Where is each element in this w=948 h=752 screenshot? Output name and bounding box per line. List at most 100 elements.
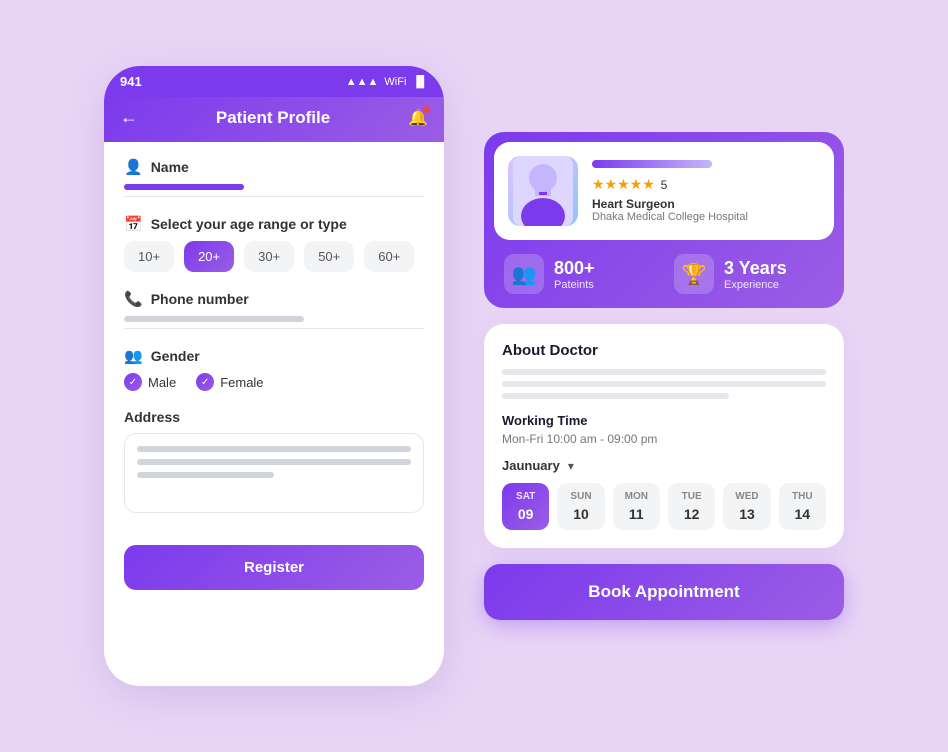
day-label-tue: TUE [682,491,702,502]
address-section: Address [124,409,424,513]
day-label-sat: SAT [516,491,535,502]
age-label-text: Select your age range or type [151,216,347,232]
name-section: 👤 Name [124,158,424,197]
date-item-sun[interactable]: SUN 10 [557,483,604,530]
day-label-mon: MON [625,491,648,502]
patients-value: 800+ [554,258,595,279]
gender-label-text: Gender [151,348,200,364]
date-num-thu: 14 [795,506,811,522]
bell-notification-dot [423,106,430,113]
date-item-tue[interactable]: TUE 12 [668,483,715,530]
address-field-label: Address [124,409,424,425]
doctor-avatar [508,156,578,226]
phone-field-label: 📞 Phone number [124,290,424,308]
name-field-label: 👤 Name [124,158,424,176]
doctor-card: ★★★★★ 5 Heart Surgeon Dhaka Medical Coll… [484,132,844,308]
address-line-1 [137,446,411,452]
stat-experience-text: 3 Years Experience [724,258,787,291]
calendar-icon: 📅 [124,215,143,233]
experience-value: 3 Years [724,258,787,279]
date-num-sun: 10 [573,506,589,522]
month-selector[interactable]: Jaunuary ▾ [502,458,826,473]
doctor-top-info: ★★★★★ 5 Heart Surgeon Dhaka Medical Coll… [494,142,834,240]
gender-field-label: 👥 Gender [124,347,424,365]
date-item-mon[interactable]: MON 11 [613,483,660,530]
date-num-sat: 09 [518,506,534,522]
age-btn-50[interactable]: 50+ [304,241,354,272]
person-icon: 👤 [124,158,143,176]
stat-patients-text: 800+ Pateints [554,258,595,291]
female-label: Female [220,375,263,390]
gender-section: 👥 Gender ✓ Male ✓ Female [124,347,424,391]
about-line-2 [502,381,826,387]
doctor-stars: ★★★★★ 5 [592,176,820,193]
register-button[interactable]: Register [124,545,424,590]
address-line-2 [137,459,411,465]
age-btn-10[interactable]: 10+ [124,241,174,272]
age-btn-20[interactable]: 20+ [184,241,234,272]
phone-mockup: 941 ▲▲▲ WiFi ▐▌ ← Patient Profile 🔔 👤 Na… [104,66,444,686]
name-input-bar [124,184,244,190]
address-input-box[interactable] [124,433,424,513]
stat-patients: 👥 800+ Pateints [504,254,654,294]
phone-content: 👤 Name 📅 Select your age range or type 1… [104,142,444,686]
notification-bell[interactable]: 🔔 [408,108,428,128]
about-card: About Doctor Working Time Mon-Fri 10:00 … [484,324,844,548]
doctor-hospital: Dhaka Medical College Hospital [592,211,820,223]
about-line-3 [502,393,729,399]
gender-icon: 👥 [124,347,143,365]
age-btn-30[interactable]: 30+ [244,241,294,272]
chevron-down-icon[interactable]: ▾ [568,459,574,473]
date-num-mon: 11 [629,506,644,522]
right-panel: ★★★★★ 5 Heart Surgeon Dhaka Medical Coll… [484,132,844,620]
female-check: ✓ [196,373,214,391]
doctor-info: ★★★★★ 5 Heart Surgeon Dhaka Medical Coll… [592,160,820,223]
date-row: SAT 09 SUN 10 MON 11 TUE 12 WED 13 THU 1… [502,483,826,530]
male-label: Male [148,375,176,390]
about-title: About Doctor [502,342,826,359]
phone-icon: 📞 [124,290,143,308]
age-options: 10+ 20+ 30+ 50+ 60+ [124,241,424,272]
gender-female-option[interactable]: ✓ Female [196,373,263,391]
patients-icon: 👥 [504,254,544,294]
status-time: 941 [120,74,142,89]
book-appointment-button[interactable]: Book Appointment [484,564,844,620]
age-btn-60[interactable]: 60+ [364,241,414,272]
page-title: Patient Profile [216,108,330,128]
signal-icon: ▲▲▲ [346,76,379,88]
about-line-1 [502,369,826,375]
wifi-icon: WiFi [384,76,406,88]
phone-label-text: Phone number [151,291,249,307]
experience-label: Experience [724,279,787,291]
phone-header: ← Patient Profile 🔔 [104,97,444,142]
stat-experience: 🏆 3 Years Experience [674,254,824,294]
phone-bar-1 [124,316,304,322]
address-line-3 [137,472,274,478]
month-label: Jaunuary [502,458,560,473]
status-bar: 941 ▲▲▲ WiFi ▐▌ [104,66,444,97]
phone-input-bars [124,316,424,322]
phone-divider [124,328,424,329]
working-time-title: Working Time [502,413,826,428]
day-label-thu: THU [792,491,813,502]
date-item-thu[interactable]: THU 14 [779,483,826,530]
date-item-wed[interactable]: WED 13 [723,483,770,530]
phone-section: 📞 Phone number [124,290,424,329]
battery-icon: ▐▌ [412,76,428,88]
experience-icon: 🏆 [674,254,714,294]
date-num-tue: 12 [684,506,700,522]
day-label-sun: SUN [570,491,591,502]
back-button[interactable]: ← [120,107,138,128]
date-item-sat[interactable]: SAT 09 [502,483,549,530]
male-check: ✓ [124,373,142,391]
star-icons: ★★★★★ [592,176,655,192]
doctor-stats: 👥 800+ Pateints 🏆 3 Years Experience [484,240,844,308]
status-icons: ▲▲▲ WiFi ▐▌ [346,76,428,88]
gender-male-option[interactable]: ✓ Male [124,373,176,391]
date-num-wed: 13 [739,506,755,522]
address-label-text: Address [124,409,180,425]
doctor-name-bar [592,160,712,168]
day-label-wed: WED [735,491,758,502]
age-section: 📅 Select your age range or type 10+ 20+ … [124,215,424,272]
patients-label: Pateints [554,279,595,291]
